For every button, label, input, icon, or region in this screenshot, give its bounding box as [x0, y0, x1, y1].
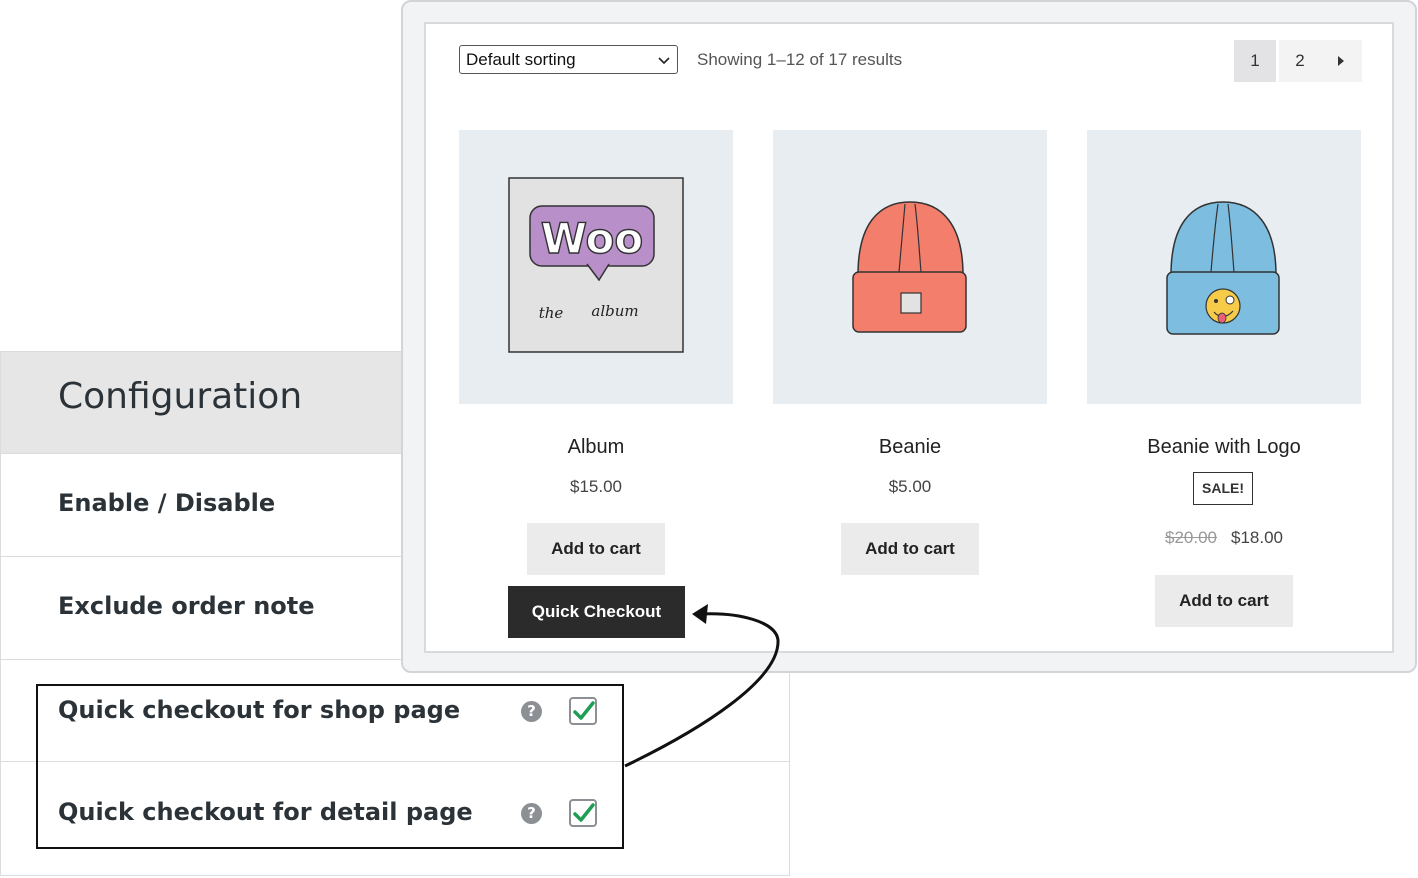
product-title-beanie-with-logo[interactable]: Beanie with Logo	[1087, 436, 1361, 459]
chevron-down-icon	[658, 57, 670, 65]
product-title-beanie[interactable]: Beanie	[773, 436, 1047, 459]
product-price-beanie-with-logo: $20.00 $18.00	[1087, 528, 1361, 548]
help-icon[interactable]: ?	[521, 803, 542, 824]
checkmark-icon	[573, 803, 595, 822]
next-page-button[interactable]	[1320, 40, 1362, 82]
enable-disable-label: Enable / Disable	[58, 489, 276, 517]
album-woo-text: Woo	[541, 214, 644, 263]
sort-value: Default sorting	[466, 50, 576, 69]
page-1-button[interactable]: 1	[1234, 40, 1276, 82]
product-image-album[interactable]: Woo the album	[459, 130, 733, 404]
product-image-beanie-with-logo[interactable]	[1087, 130, 1361, 404]
triangle-right-icon	[1338, 56, 1344, 66]
quick-checkout-shop-checkbox[interactable]	[569, 697, 597, 725]
sale-price: $18.00	[1231, 528, 1283, 547]
quick-checkout-detail-label: Quick checkout for detail page	[58, 798, 473, 826]
sale-badge: SALE!	[1193, 472, 1253, 505]
quick-checkout-shop-label: Quick checkout for shop page	[58, 696, 461, 724]
page-2-button[interactable]: 2	[1279, 40, 1321, 82]
add-to-cart-beanie-with-logo-button[interactable]: Add to cart	[1155, 575, 1293, 627]
config-row-quick-checkout-detail: Quick checkout for detail page ?	[1, 761, 789, 873]
quick-checkout-button[interactable]: Quick Checkout	[508, 586, 685, 638]
config-row-quick-checkout-shop: Quick checkout for shop page ?	[1, 659, 789, 762]
product-title-album[interactable]: Album	[459, 436, 733, 459]
old-price: $20.00	[1165, 528, 1217, 547]
album-illustration: Woo the album	[508, 177, 684, 353]
product-price-album: $15.00	[570, 477, 622, 496]
checkmark-icon	[573, 701, 595, 720]
configuration-title: Configuration	[58, 376, 303, 417]
beanie-with-logo-illustration	[1166, 201, 1280, 335]
add-to-cart-beanie-button[interactable]: Add to cart	[841, 523, 979, 575]
add-to-cart-album-button[interactable]: Add to cart	[527, 523, 665, 575]
result-count: Showing 1–12 of 17 results	[697, 50, 903, 69]
album-album-text: album	[591, 302, 638, 320]
quick-checkout-detail-checkbox[interactable]	[569, 799, 597, 827]
exclude-order-note-label: Exclude order note	[58, 592, 315, 620]
product-price-beanie: $5.00	[888, 477, 932, 496]
beanie-illustration	[852, 201, 967, 333]
sort-select[interactable]: Default sorting	[459, 45, 678, 74]
help-icon[interactable]: ?	[521, 701, 542, 722]
product-image-beanie[interactable]	[773, 130, 1047, 404]
album-the-text: the	[539, 304, 564, 322]
